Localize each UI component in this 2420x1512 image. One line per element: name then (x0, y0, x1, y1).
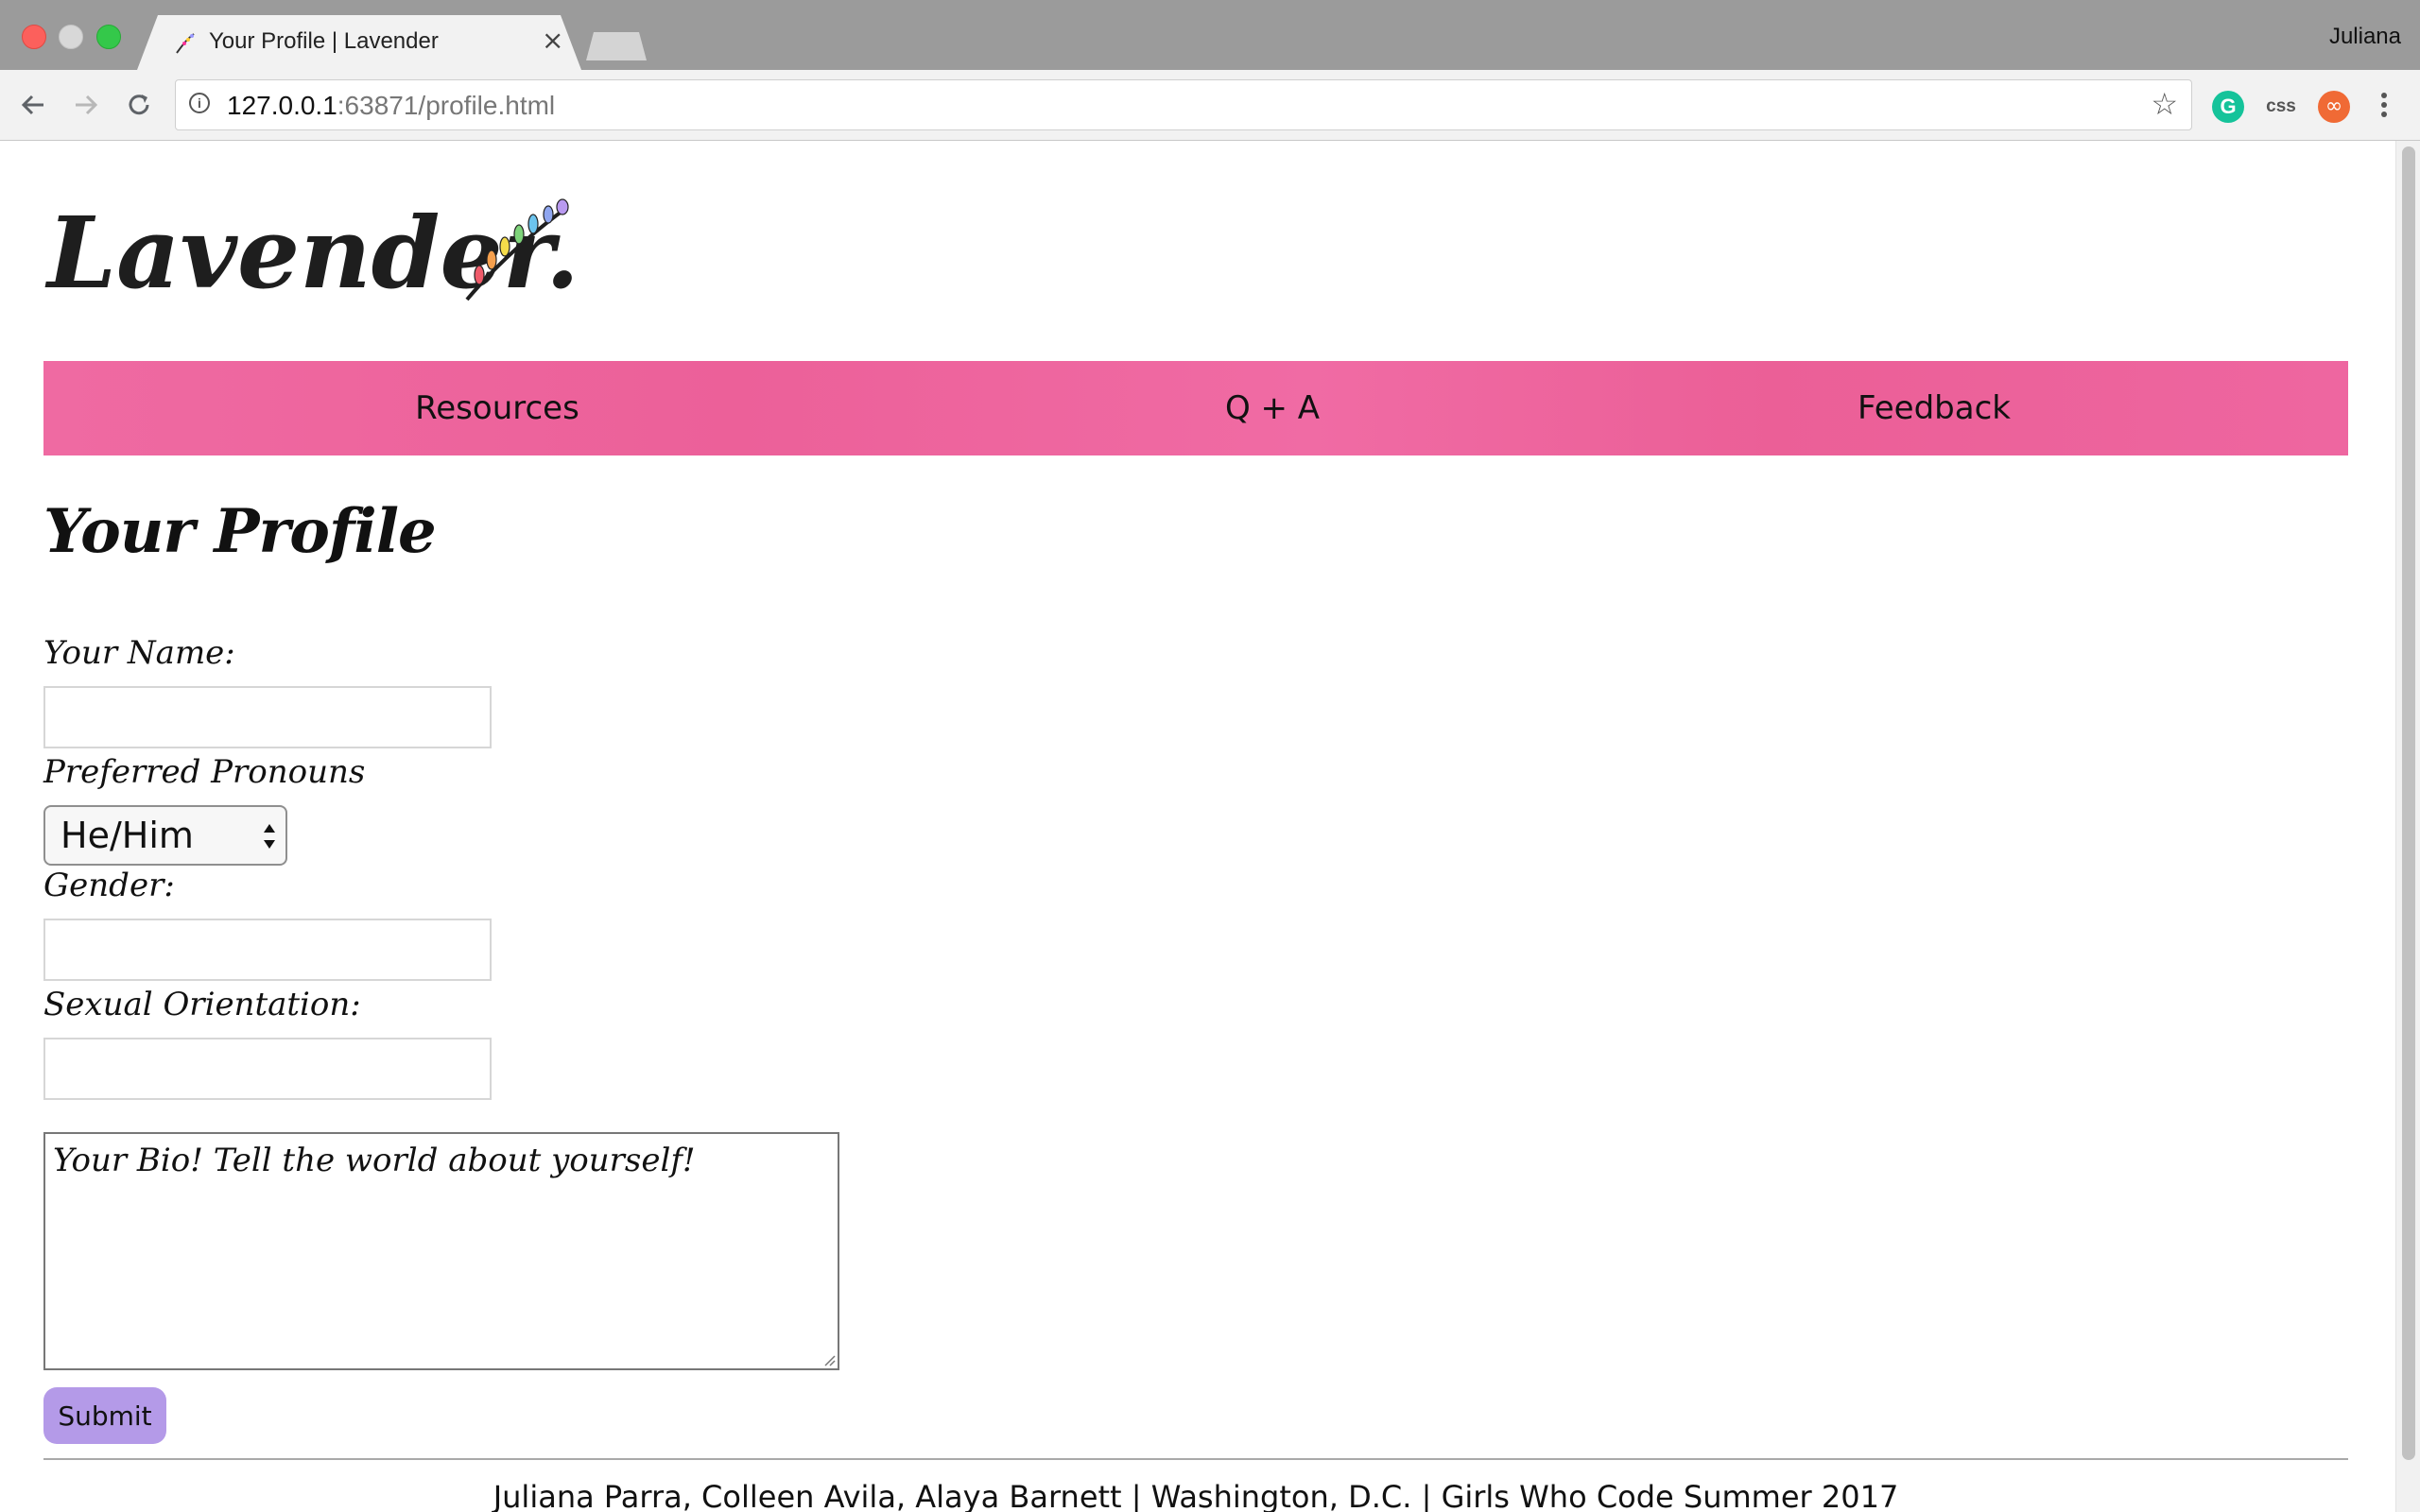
footer-credits: Juliana Parra, Colleen Avila, Alaya Barn… (493, 1479, 1899, 1512)
pronouns-selected-value: He/Him (60, 815, 194, 856)
reload-icon[interactable] (121, 87, 157, 123)
url-text[interactable]: 127.0.0.1:63871/profile.html (227, 91, 555, 121)
page-viewport: Lavender. Resources Q + A Feedback Your … (0, 141, 2395, 1512)
browser-toolbar: i 127.0.0.1:63871/profile.html ☆ G css ∞ (0, 70, 2420, 141)
name-input[interactable] (43, 686, 492, 748)
page-scrollbar[interactable] (2395, 141, 2420, 1512)
maximize-window-button[interactable] (96, 25, 121, 49)
grammarly-extension-icon[interactable]: G (2212, 91, 2244, 123)
name-label: Your Name: (43, 634, 235, 672)
textarea-resize-grip-icon[interactable] (822, 1353, 836, 1366)
bio-textarea[interactable]: Your Bio! Tell the world about yourself! (43, 1132, 839, 1370)
infinity-extension-icon[interactable]: ∞ (2318, 91, 2350, 123)
bookmark-star-icon[interactable]: ☆ (2151, 89, 2178, 119)
pronouns-select[interactable]: He/Him (43, 805, 287, 866)
site-info-icon[interactable]: i (189, 93, 210, 113)
tab-title: Your Profile | Lavender (209, 28, 439, 54)
browser-menu-icon[interactable] (2375, 89, 2394, 125)
pronouns-label: Preferred Pronouns (43, 753, 366, 791)
select-updown-arrows-icon (264, 824, 275, 849)
feather-favicon-icon (176, 33, 195, 54)
browser-tab-strip: Your Profile | Lavender × Juliana (0, 0, 2420, 70)
nav-qa-link[interactable]: Q + A (1178, 361, 1367, 455)
gender-input[interactable] (43, 919, 492, 981)
css-extension-icon[interactable]: css (2263, 91, 2299, 123)
scrollbar-thumb[interactable] (2402, 146, 2415, 1460)
forward-arrow-icon[interactable] (68, 87, 104, 123)
back-arrow-icon[interactable] (15, 87, 51, 123)
submit-button[interactable]: Submit (43, 1387, 166, 1444)
minimize-window-button[interactable] (59, 25, 83, 49)
browser-profile-name[interactable]: Juliana (2329, 24, 2401, 50)
logo-text: Lavender. (44, 195, 579, 311)
nav-feedback-link[interactable]: Feedback (1518, 361, 2350, 455)
url-path: :63871/profile.html (337, 91, 556, 120)
url-host: 127.0.0.1 (227, 91, 337, 120)
tab-close-icon[interactable]: × (542, 25, 563, 56)
footer-divider (43, 1458, 2348, 1460)
orientation-label: Sexual Orientation: (43, 986, 361, 1023)
site-navigation: Resources Q + A Feedback (43, 361, 2348, 455)
gender-label: Gender: (43, 867, 175, 904)
lavender-logo[interactable]: Lavender. (43, 179, 582, 311)
browser-tab-active[interactable]: Your Profile | Lavender × (137, 15, 581, 70)
new-tab-button[interactable] (586, 32, 647, 60)
address-bar[interactable]: i 127.0.0.1:63871/profile.html ☆ (175, 79, 2192, 130)
orientation-input[interactable] (43, 1038, 492, 1100)
page-title: Your Profile (43, 496, 437, 567)
close-window-button[interactable] (22, 25, 46, 49)
nav-resources-link[interactable]: Resources (43, 361, 951, 455)
